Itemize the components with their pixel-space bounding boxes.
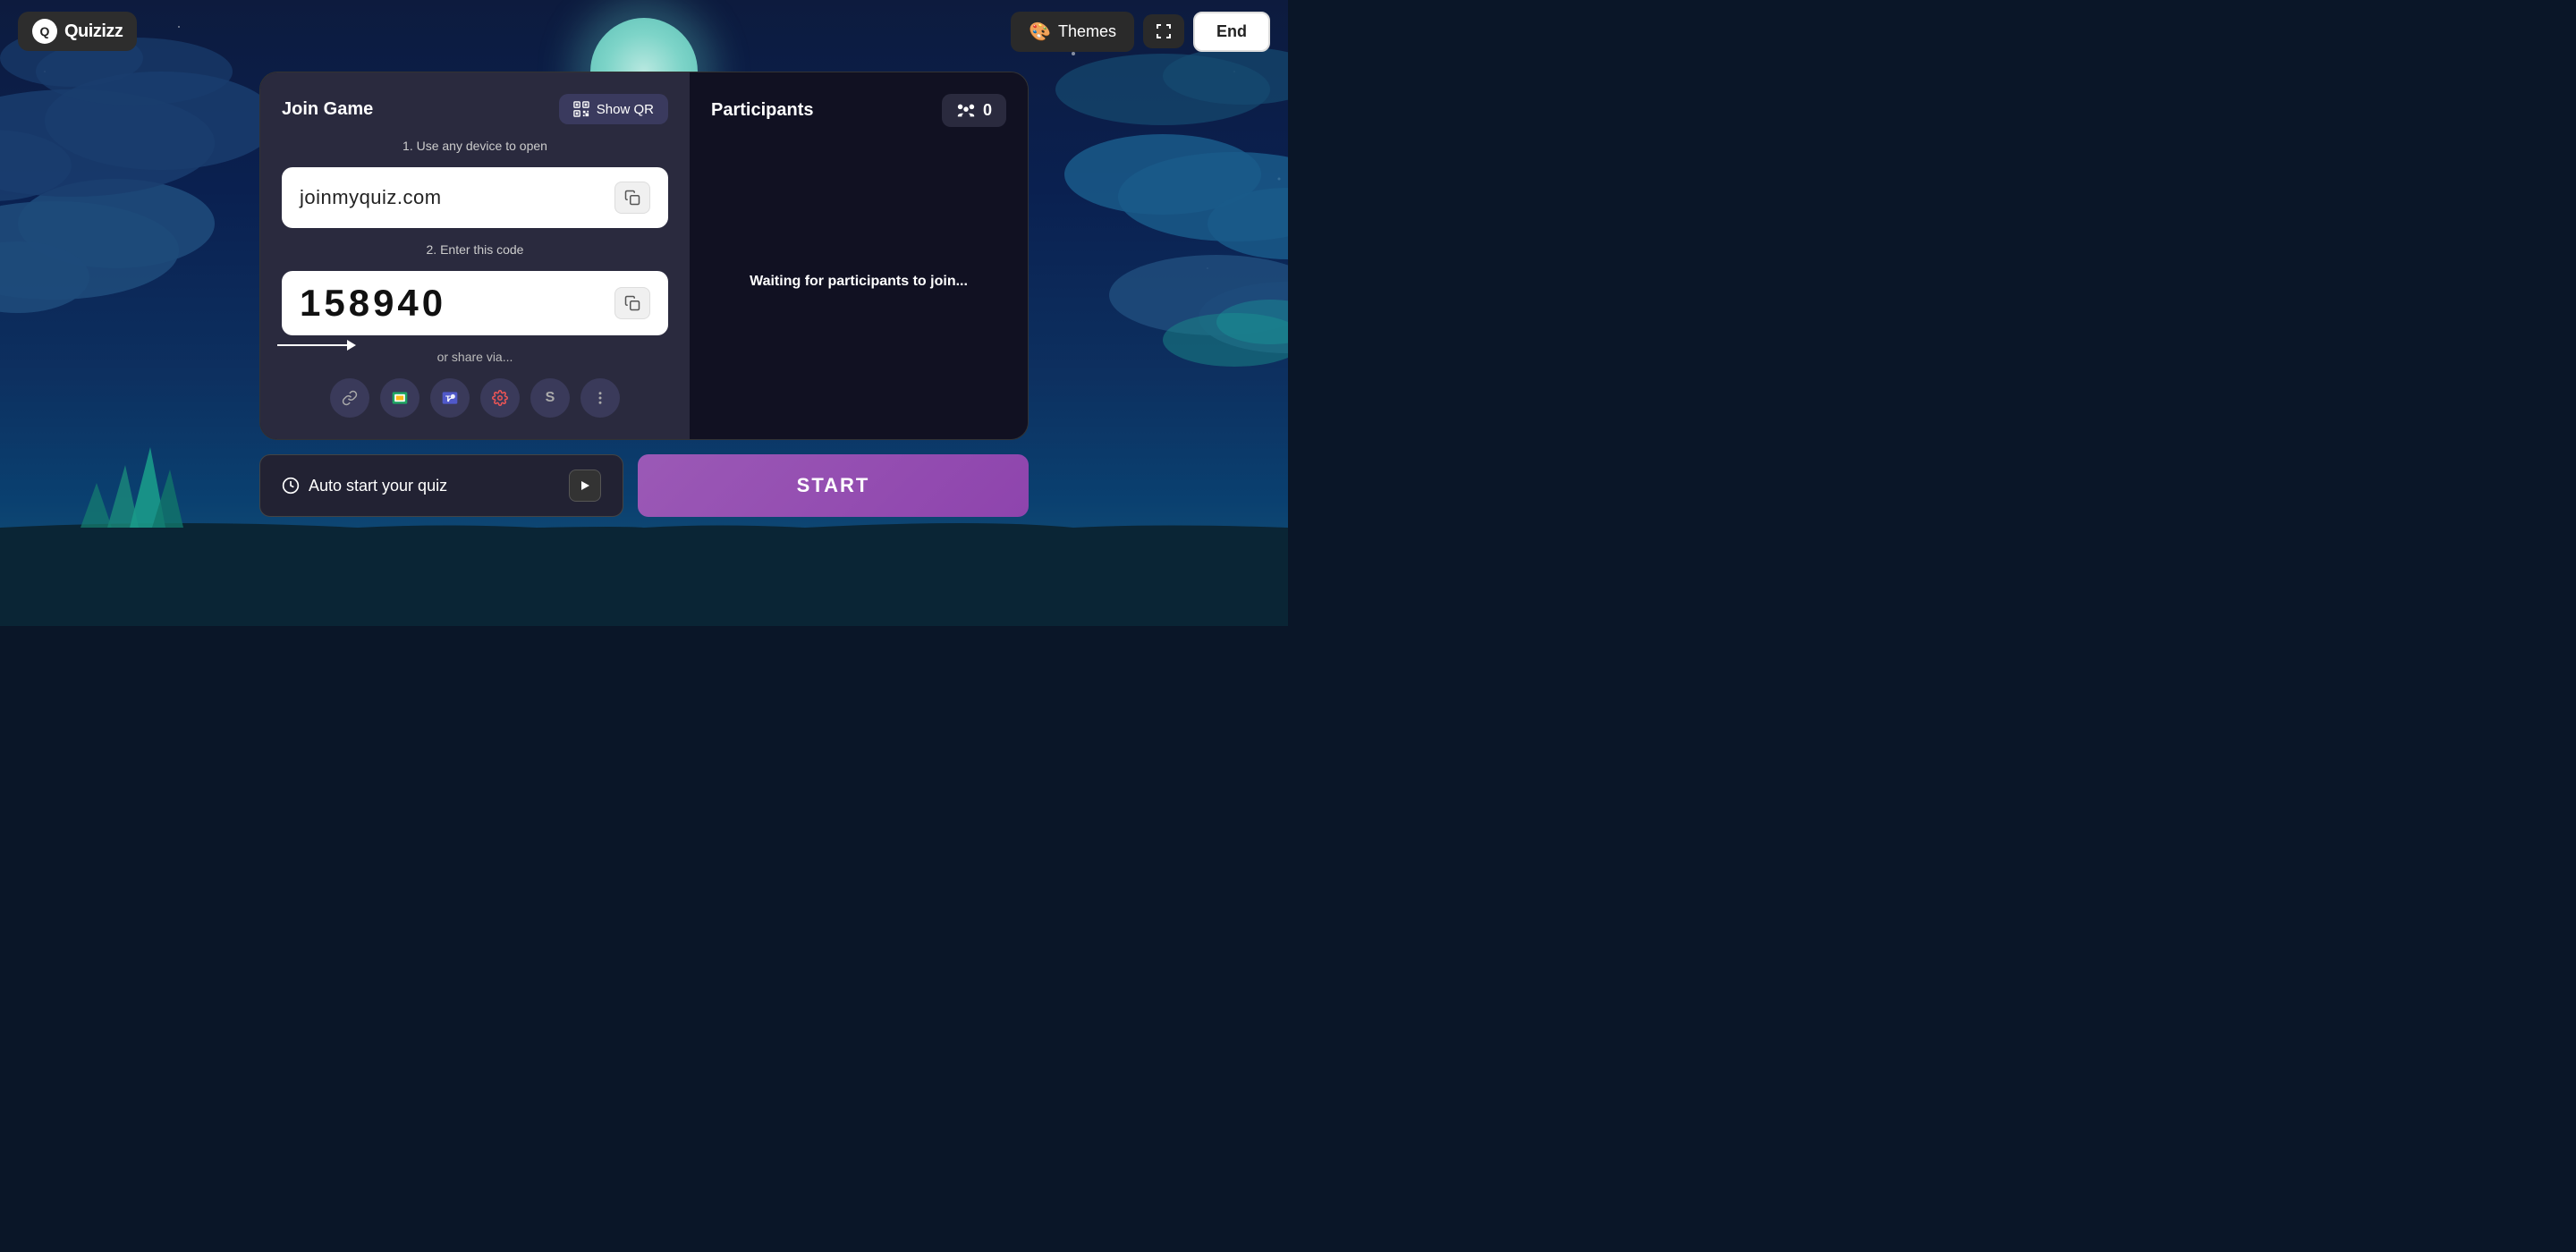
arrow-pointer [277,344,349,346]
fullscreen-icon [1156,23,1172,39]
waiting-message: Waiting for participants to join... [711,145,1006,418]
clock-icon [282,477,300,495]
join-header: Join Game Show QR [282,94,668,124]
themes-button[interactable]: 🎨 Themes [1011,12,1134,52]
share-icons-row: T S [282,378,668,418]
participants-header: Participants 0 [711,94,1006,127]
participants-panel: Participants 0 Waiting for participants … [690,72,1028,439]
auto-start-button[interactable]: Auto start your quiz [259,454,623,517]
bottom-controls: Auto start your quiz START [259,454,1029,517]
main-content: Join Game Show QR [259,72,1029,517]
share-link-button[interactable] [330,378,369,418]
participants-count-value: 0 [983,101,992,120]
game-panel: Join Game Show QR [259,72,1029,440]
palette-icon: 🎨 [1029,21,1051,43]
step2-label: 2. Enter this code [282,242,668,257]
step1-instruction: 1. Use any device to open [282,139,668,153]
more-icon [592,390,608,406]
end-button[interactable]: End [1193,12,1270,52]
copy-code-button[interactable] [614,287,650,319]
logo-text: Quizizz [64,21,123,42]
logo-icon: Q [32,19,57,44]
more-options-button[interactable] [580,378,620,418]
code-box: 158940 [282,271,668,335]
start-label: START [797,474,870,496]
show-qr-label: Show QR [597,102,654,117]
participants-title: Participants [711,100,813,121]
top-navigation: Q Quizizz 🎨 Themes End [0,0,1288,63]
play-button-small[interactable] [569,470,601,502]
participants-icon [956,103,976,119]
nav-right: 🎨 Themes End [1011,12,1270,52]
copy-code-icon [624,295,640,311]
show-qr-button[interactable]: Show QR [559,94,668,124]
auto-start-label: Auto start your quiz [309,477,447,495]
play-icon [580,480,590,491]
copy-icon [624,190,640,206]
fullscreen-button[interactable] [1143,14,1184,48]
end-label: End [1216,22,1247,40]
themes-label: Themes [1058,22,1116,41]
gear-icon [492,390,508,406]
schoology-letter: S [546,390,555,406]
google-classroom-button[interactable] [380,378,419,418]
schoology-button[interactable]: S [530,378,570,418]
share-label: or share via... [282,350,668,364]
share-settings-button[interactable] [480,378,520,418]
link-icon [342,390,358,406]
auto-start-left: Auto start your quiz [282,477,447,495]
url-text: joinmyquiz.com [300,186,442,209]
url-box: joinmyquiz.com [282,167,668,228]
join-panel: Join Game Show QR [260,72,690,439]
copy-url-button[interactable] [614,182,650,214]
teams-icon: T [441,389,459,407]
classroom-icon [391,389,409,407]
logo: Q Quizizz [18,12,137,51]
start-button[interactable]: START [638,454,1029,517]
participants-count-badge: 0 [942,94,1006,127]
game-code: 158940 [300,282,446,325]
teams-button[interactable]: T [430,378,470,418]
join-title: Join Game [282,99,373,120]
qr-icon [573,101,589,117]
